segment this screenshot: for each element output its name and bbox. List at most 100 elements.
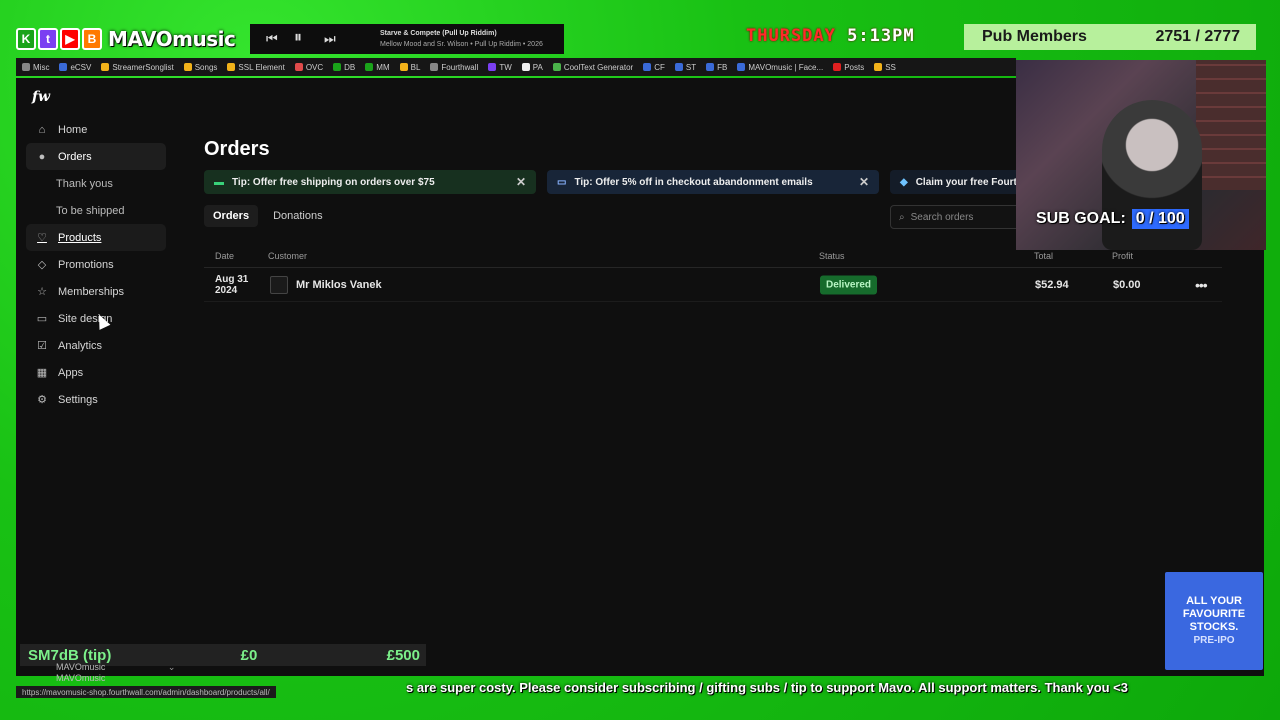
sidebar-item-thank-yous[interactable]: Thank yous — [26, 170, 166, 197]
sidebar: fw ⌂ Home ● Orders Thank yous To be shipped ♡ P… — [16, 78, 176, 676]
bookmark-item[interactable]: Fourthwall — [430, 63, 478, 72]
bookmark-label: Fourthwall — [441, 62, 479, 72]
bookmark-item[interactable]: FB — [706, 63, 727, 72]
column-customer[interactable]: Customer — [268, 251, 307, 261]
b-icon: B — [82, 28, 102, 50]
sidebar-item-apps[interactable]: ▦ Apps — [26, 359, 166, 386]
bookmark-item[interactable]: Misc — [22, 63, 49, 72]
bookmark-item[interactable]: MAVOmusic | Face... — [737, 63, 823, 72]
bookmark-label: DB — [344, 62, 356, 72]
tab-orders[interactable]: Orders — [204, 205, 259, 227]
stream-ticker: s are super costy. Please consider subsc… — [406, 680, 1129, 695]
bookmark-favicon-icon — [399, 63, 408, 71]
bookmark-item[interactable]: DB — [333, 63, 355, 72]
orders-tabs: Orders Donations — [204, 205, 332, 227]
bookmark-item[interactable]: OVC — [294, 62, 324, 72]
bookmark-favicon-icon — [706, 63, 715, 71]
column-status[interactable]: Status — [819, 251, 845, 261]
bookmark-favicon-icon — [737, 63, 746, 71]
star-icon: ☆ — [37, 286, 47, 298]
tip-banner-free-shipping[interactable]: ▬ Tip: Offer free shipping on orders ove… — [204, 170, 536, 194]
bookmark-favicon-icon — [521, 63, 530, 71]
bookmark-item[interactable]: MM — [365, 63, 390, 72]
apps-icon: ▦ — [36, 367, 48, 379]
next-track-icon[interactable]: ⏭ — [324, 31, 336, 47]
sidebar-item-label: Settings — [58, 393, 98, 406]
column-date[interactable]: Date — [215, 251, 234, 261]
bookmark-label: PA — [532, 62, 543, 72]
bookmark-item[interactable]: PA — [521, 62, 543, 72]
sidebar-item-label: Apps — [58, 366, 84, 379]
bookmark-favicon-icon — [333, 63, 342, 71]
bookmark-favicon-icon — [552, 63, 561, 71]
search-icon: ⌕ — [899, 211, 905, 223]
sidebar-item-label: Memberships — [58, 285, 125, 298]
bookmark-item[interactable]: CoolText Generator — [552, 63, 633, 72]
column-profit[interactable]: Profit — [1112, 251, 1133, 261]
track-artist: Mellow Mood and Sr. Wilson • Pull Up Rid… — [380, 41, 543, 48]
browser-status-url: https://mavomusic-shop.fourthwall.com/ad… — [16, 686, 276, 698]
tip-goal-target: £500 — [386, 646, 420, 664]
stream-clock: THURSDAY 5:13PM — [746, 26, 915, 46]
close-icon[interactable]: ✕ — [516, 175, 526, 189]
advertisement[interactable]: ALL YOUR FAVOURITE STOCKS. PRE-IPO — [1165, 572, 1263, 670]
bookmark-label: OVC — [305, 62, 324, 72]
bookmark-item[interactable]: SS — [874, 63, 896, 72]
bookmark-favicon-icon — [22, 63, 30, 71]
sidebar-item-settings[interactable]: ⚙ Settings — [26, 386, 166, 413]
table-row[interactable]: Aug 31 2024 Mr Miklos Vanek Delivered $5… — [204, 268, 1222, 302]
bookmark-favicon-icon — [183, 63, 192, 71]
pub-members-label: Pub Members — [982, 28, 1087, 45]
bookmark-label: BL — [410, 62, 421, 72]
customer-name: Mr Miklos Vanek — [296, 278, 382, 291]
bookmark-label: StreamerSonglist — [112, 62, 174, 72]
order-date: Aug 31 2024 — [215, 273, 249, 296]
sub-goal-label: SUB GOAL: — [1036, 210, 1126, 227]
bookmark-item[interactable]: ST — [674, 63, 696, 72]
tip-goal-current: £0 — [240, 646, 258, 664]
bookmark-item[interactable]: SSL Element — [227, 62, 285, 72]
sidebar-nav: ⌂ Home ● Orders Thank yous To be shipped ♡ Prod… — [26, 116, 166, 413]
sidebar-item-home[interactable]: ⌂ Home — [26, 116, 166, 143]
bookmark-favicon-icon — [833, 63, 842, 71]
pause-icon[interactable]: ⏸ — [294, 29, 302, 47]
column-total[interactable]: Total — [1034, 251, 1053, 261]
bookmark-favicon-icon — [365, 63, 374, 71]
bookmark-item[interactable]: Posts — [833, 63, 864, 72]
products-icon: ♡ — [37, 232, 47, 244]
bookmark-item[interactable]: eCSV — [59, 63, 91, 72]
twitch-icon: t — [38, 28, 58, 50]
account-switcher[interactable]: MAVOmusic ⌄ MAVOmusic — [56, 662, 175, 683]
bookmark-label: TW — [499, 62, 512, 72]
bookmark-label: Songs — [194, 62, 218, 72]
sidebar-item-products[interactable]: ♡ Products — [26, 224, 166, 251]
tip-banner-abandonment[interactable]: ▭ Tip: Offer 5% off in checkout abandonm… — [547, 170, 879, 194]
more-options-icon[interactable]: ••• — [1195, 277, 1208, 293]
ad-line: FAVOURITE — [1182, 608, 1246, 620]
previous-track-icon[interactable]: ⏮ — [266, 31, 278, 47]
bookmark-favicon-icon — [488, 63, 497, 71]
account-sub: MAVOmusic — [56, 673, 106, 683]
bookmark-item[interactable]: StreamerSonglist — [101, 62, 174, 72]
sidebar-item-memberships[interactable]: ☆ Memberships — [26, 278, 166, 305]
sidebar-item-to-be-shipped[interactable]: To be shipped — [26, 197, 166, 224]
orders-icon: ● — [38, 150, 46, 163]
close-icon[interactable]: ✕ — [859, 175, 869, 189]
tab-donations[interactable]: Donations — [264, 205, 332, 227]
bookmark-item[interactable]: Songs — [183, 62, 218, 72]
chevron-down-icon: ⌄ — [167, 662, 176, 672]
sidebar-item-orders[interactable]: ● Orders — [26, 143, 166, 170]
fourthwall-logo[interactable]: fw — [32, 89, 50, 105]
sidebar-item-promotions[interactable]: ◇ Promotions — [26, 251, 166, 278]
bookmark-favicon-icon — [59, 63, 68, 71]
analytics-icon: ☑ — [37, 340, 47, 352]
bookmark-item[interactable]: TW — [488, 62, 512, 72]
bookmark-item[interactable]: BL — [399, 62, 421, 72]
gear-icon: ⚙ — [37, 394, 47, 406]
bookmark-item[interactable]: CF — [643, 63, 665, 72]
bookmark-label: eCSV — [70, 62, 92, 72]
sidebar-item-analytics[interactable]: ☑ Analytics — [26, 332, 166, 359]
ad-sub: PRE-IPO — [1193, 635, 1235, 646]
sidebar-item-label: Products — [58, 231, 102, 244]
bookmark-label: SSL Element — [238, 62, 285, 72]
